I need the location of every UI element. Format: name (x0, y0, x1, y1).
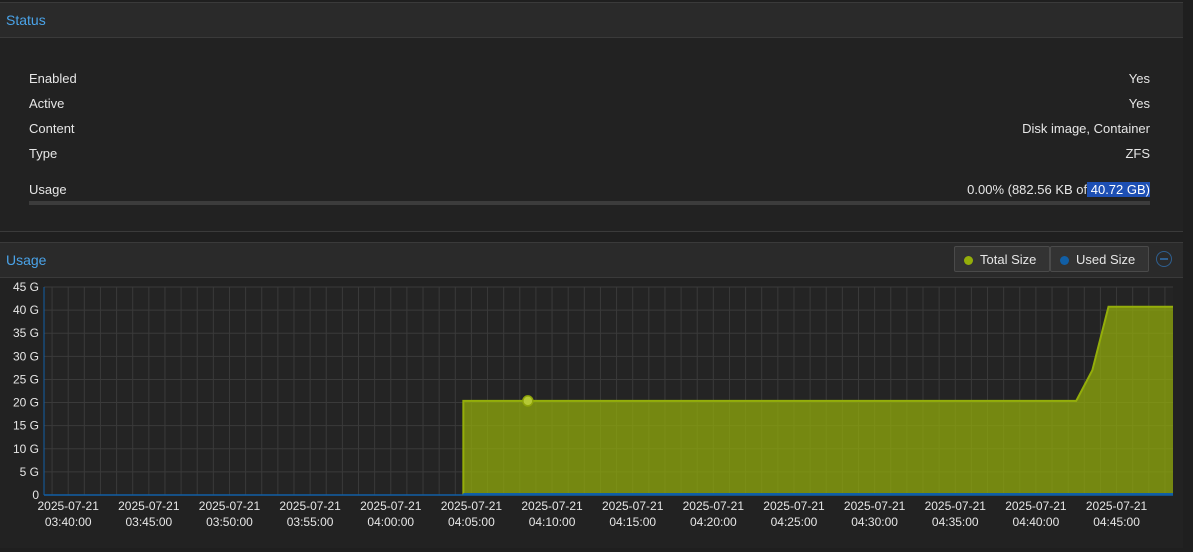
x-tick-label-time: 04:30:00 (851, 515, 898, 529)
status-row-enabled: Enabled Yes (29, 71, 1150, 89)
y-tick-label: 25 G (13, 372, 39, 386)
status-row-active: Active Yes (29, 96, 1150, 114)
status-key: Enabled (29, 71, 77, 86)
legend-total-size-label: Total Size (980, 252, 1037, 267)
status-key: Content (29, 121, 75, 136)
y-tick-label: 10 G (13, 442, 39, 456)
x-tick-label-time: 03:55:00 (287, 515, 334, 529)
status-row-type: Type ZFS (29, 146, 1150, 164)
legend-total-size-button[interactable]: Total Size (954, 246, 1050, 272)
x-tick-label-time: 04:20:00 (690, 515, 737, 529)
y-tick-label: 15 G (13, 419, 39, 433)
x-tick-label-date: 2025-07-21 (844, 499, 906, 513)
usage-chart-svg: 05 G10 G15 G20 G25 G30 G35 G40 G45 G2025… (13, 280, 1173, 529)
legend-used-size-button[interactable]: Used Size (1050, 246, 1149, 272)
x-tick-label-time: 03:45:00 (125, 515, 172, 529)
used-size-dot-icon (1060, 256, 1069, 265)
x-tick-label-time: 04:00:00 (367, 515, 414, 529)
x-tick-label-time: 03:40:00 (45, 515, 92, 529)
x-tick-label-date: 2025-07-21 (763, 499, 825, 513)
x-tick-label-date: 2025-07-21 (1086, 499, 1148, 513)
x-tick-label-date: 2025-07-21 (521, 499, 583, 513)
x-tick-label-time: 04:35:00 (932, 515, 979, 529)
x-tick-label-date: 2025-07-21 (279, 499, 341, 513)
usage-panel-title: Usage (6, 252, 47, 268)
usage-value-prefix: 0.00% (882.56 KB of (967, 182, 1088, 197)
x-tick-label-time: 04:45:00 (1093, 515, 1140, 529)
y-tick-label: 30 G (13, 349, 39, 363)
x-tick-label-time: 04:05:00 (448, 515, 495, 529)
y-tick-label: 5 G (20, 465, 39, 479)
y-tick-label: 20 G (13, 396, 39, 410)
status-panel-body: Enabled Yes Active Yes Content Disk imag… (0, 38, 1183, 232)
x-tick-label-date: 2025-07-21 (683, 499, 745, 513)
usage-chart: 05 G 10 G 15 G 20 G 25 G 30 G 35 G 40 G 45 G 2025… (0, 278, 1183, 548)
y-tick-label: 35 G (13, 326, 39, 340)
total-size-marker (522, 395, 534, 407)
status-value: Yes (1128, 96, 1150, 111)
status-panel-title: Status (6, 12, 46, 28)
usage-progress-bar (29, 201, 1150, 205)
status-value: Disk image, Container (1022, 121, 1150, 136)
legend-used-size-label: Used Size (1076, 252, 1136, 267)
usage-label: Usage (29, 182, 67, 197)
x-tick-label-time: 04:40:00 (1013, 515, 1060, 529)
x-tick-label-time: 04:15:00 (609, 515, 656, 529)
status-row-content: Content Disk image, Container (29, 121, 1150, 139)
collapse-minus-icon[interactable] (1156, 251, 1172, 267)
status-panel-header: Status (0, 2, 1183, 38)
x-tick-label-time: 04:10:00 (529, 515, 576, 529)
status-value: Yes (1128, 71, 1150, 86)
x-tick-label-date: 2025-07-21 (1005, 499, 1067, 513)
y-tick-label: 40 G (13, 303, 39, 317)
x-tick-label-time: 04:25:00 (771, 515, 818, 529)
usage-value[interactable]: 0.00% (882.56 KB of 40.72 GB) (967, 182, 1150, 197)
y-tick-label: 45 G (13, 280, 39, 294)
x-tick-label-date: 2025-07-21 (925, 499, 987, 513)
x-tick-label-date: 2025-07-21 (602, 499, 664, 513)
x-tick-label-date: 2025-07-21 (37, 499, 99, 513)
x-tick-label-date: 2025-07-21 (118, 499, 180, 513)
status-key: Active (29, 96, 65, 111)
total-size-dot-icon (964, 256, 973, 265)
x-tick-label-time: 03:50:00 (206, 515, 253, 529)
x-tick-label-date: 2025-07-21 (441, 499, 503, 513)
x-tick-label-date: 2025-07-21 (199, 499, 261, 513)
x-tick-label-date: 2025-07-21 (360, 499, 422, 513)
status-value: ZFS (1125, 146, 1150, 161)
status-row-usage: Usage 0.00% (882.56 KB of 40.72 GB) (29, 182, 1150, 200)
usage-value-selected: 40.72 GB) (1087, 182, 1150, 197)
status-key: Type (29, 146, 58, 161)
